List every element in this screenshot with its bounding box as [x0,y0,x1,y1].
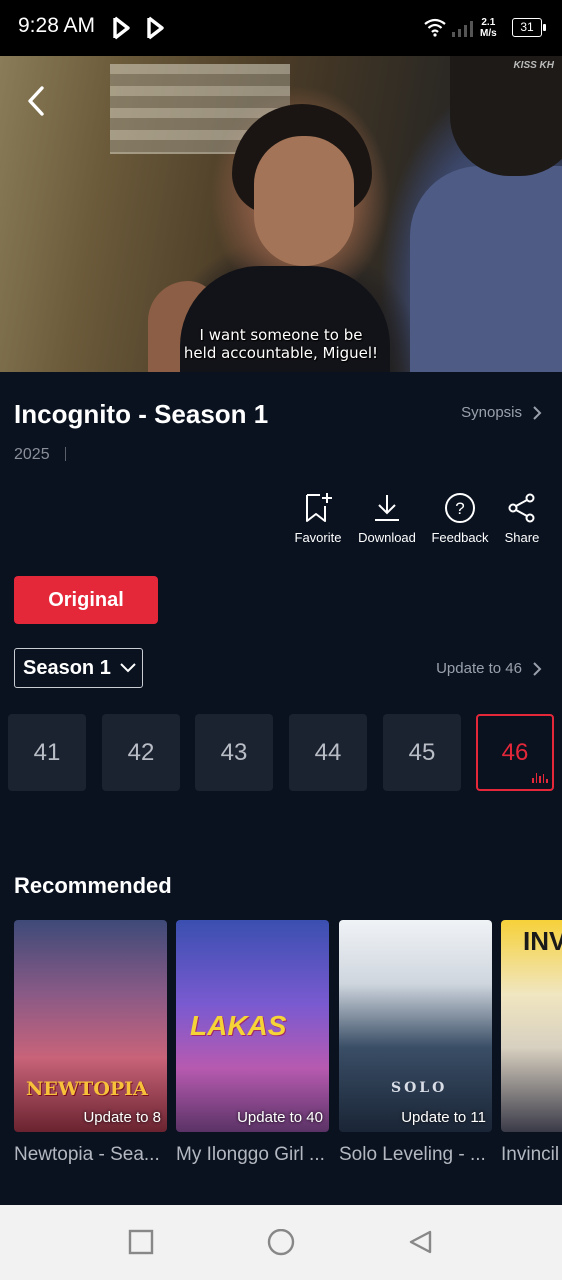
favorite-button[interactable]: Favorite [278,492,358,545]
video-player[interactable]: KISS KH I want someone to be held accoun… [0,56,562,372]
battery-indicator: 31 [512,18,546,37]
episode-tile[interactable]: 43 [195,714,273,791]
poster-title-art: INVI [523,926,562,956]
poster-image: SOLO Update to 11 [339,920,492,1132]
card-title: Newtopia - Sea... [14,1144,160,1165]
share-label: Share [504,530,540,545]
card-title: Invincil [501,1144,560,1165]
svg-text:?: ? [455,499,464,518]
system-nav-bar [0,1205,562,1280]
divider [65,447,66,461]
network-speed: 2.1 M/s [480,17,497,39]
bookmark-plus-icon [306,493,332,522]
original-version-button[interactable]: Original [14,576,158,624]
status-bar: 9:28 AM 2.1 M/s 31 [0,0,562,56]
wifi-icon [424,18,446,37]
download-button[interactable]: Download [347,492,427,545]
status-time: 9:28 AM [18,14,96,37]
app-notification-icon-2 [147,16,164,40]
back-arrow-icon[interactable] [22,84,52,118]
card-title: My Ilonggo Girl ... [176,1144,325,1165]
video-subtitle: I want someone to be held accountable, M… [183,326,379,362]
update-label: Update to 46 [436,660,522,677]
episode-tile[interactable]: 45 [383,714,461,791]
poster-title-art: SOLO [391,1080,448,1096]
show-title: Incognito - Season 1 [14,399,269,429]
share-button[interactable]: Share [482,492,562,545]
download-icon [375,495,399,521]
watermark: KISS KH [513,60,554,71]
chevron-right-icon [533,405,542,420]
update-badge: Update to 8 [83,1109,161,1126]
hero-figure-right-head [450,56,562,176]
question-icon: ? [445,493,475,523]
recents-square-icon[interactable] [128,1229,154,1255]
episode-tile[interactable]: 41 [8,714,86,791]
chevron-right-icon [533,661,542,676]
synopsis-link[interactable]: Synopsis [461,404,542,421]
recommended-card[interactable]: LAKAS Update to 40 My Ilonggo Girl ... [176,920,329,1166]
action-bar: Favorite Download ? Feedback Share [0,492,562,552]
recommended-list: NEWTOPIA Update to 8 Newtopia - Sea... L… [0,920,562,1170]
home-circle-icon[interactable] [266,1229,296,1259]
update-badge: Update to 11 [401,1109,486,1126]
poster-title-art: LAKAS [190,1010,287,1041]
app-notification-icon [113,16,130,40]
chevron-down-icon [120,663,136,673]
update-link[interactable]: Update to 46 [436,660,542,677]
back-triangle-icon[interactable] [408,1229,434,1257]
recommended-card[interactable]: NEWTOPIA Update to 8 Newtopia - Sea... [14,920,167,1166]
episode-tile[interactable]: 42 [102,714,180,791]
recommended-card[interactable]: INVI Invincil [501,920,562,1166]
share-icon [508,493,535,523]
now-playing-icon [532,773,548,783]
favorite-label: Favorite [294,530,342,545]
download-label: Download [358,530,416,545]
poster-image: NEWTOPIA Update to 8 [14,920,167,1132]
season-selected-value: Season 1 [23,656,111,679]
update-badge: Update to 40 [237,1109,323,1126]
recommended-card[interactable]: SOLO Update to 11 Solo Leveling - ... [339,920,492,1166]
card-title: Solo Leveling - ... [339,1144,486,1165]
poster-image: INVI [501,920,562,1132]
hero-figure-face [254,136,354,266]
poster-image: LAKAS Update to 40 [176,920,329,1132]
synopsis-label: Synopsis [461,404,522,421]
release-year: 2025 [14,446,50,463]
poster-title-art: NEWTOPIA [26,1078,148,1100]
episode-tile-active[interactable]: 46 [476,714,554,791]
episode-tile[interactable]: 44 [289,714,367,791]
signal-icon [452,21,473,37]
episode-list: 41 42 43 44 45 46 [8,714,562,792]
recommended-heading: Recommended [14,873,172,898]
episode-number: 46 [501,739,529,766]
season-dropdown[interactable]: Season 1 [14,648,143,688]
